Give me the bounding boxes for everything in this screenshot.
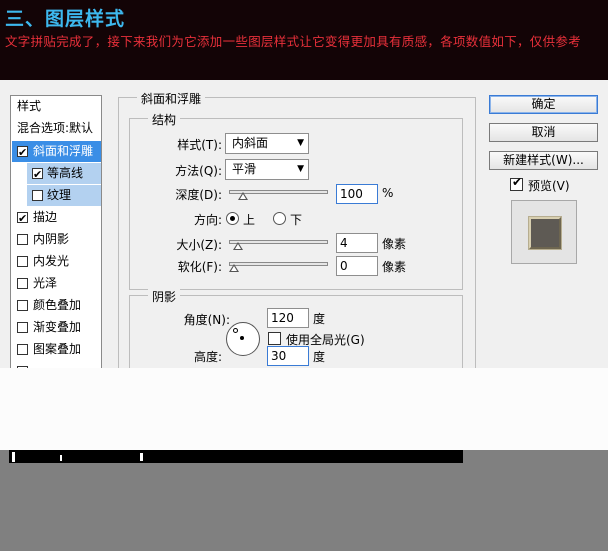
chevron-down-icon: ▼ [297, 164, 304, 174]
contour-checkbox[interactable] [32, 164, 43, 185]
artifact-speck [12, 452, 15, 462]
structure-group: 结构 样式(T): 内斜面 ▼ 方法(Q): 平滑 ▼ 深度(D): 100 % 方… [129, 111, 463, 290]
direction-up-radio[interactable] [226, 212, 239, 225]
style-item-label: 光泽 [33, 276, 58, 290]
style-item-stroke[interactable]: 描边 [12, 207, 101, 229]
style-list-body: 混合选项:默认 斜面和浮雕 等高线 纹理 描边 内阴影 内发光 光泽 颜色叠加 … [10, 117, 102, 368]
soften-label: 软化(F): [177, 260, 222, 274]
angle-dial-center [240, 336, 244, 340]
bevel-style-value: 内斜面 [232, 136, 269, 150]
depth-label: 深度(D): [175, 188, 222, 202]
new-style-button[interactable]: 新建样式(W)... [489, 151, 598, 170]
style-item-gradient-overlay[interactable]: 渐变叠加 [12, 317, 101, 338]
preview-swatch [529, 217, 561, 249]
header-banner: 三、图层样式 文字拼贴完成了，接下来我们为它添加一些图层样式让它变得更加具有质感… [0, 0, 608, 80]
style-item-label: 颜色叠加 [33, 298, 82, 312]
style-item-contour[interactable]: 等高线 [27, 163, 101, 185]
style-item-bevel-emboss[interactable]: 斜面和浮雕 [12, 141, 101, 163]
pattern-overlay-checkbox[interactable] [17, 344, 28, 355]
slider-thumb[interactable] [229, 264, 239, 272]
size-label: 大小(Z): [176, 238, 222, 252]
technique-label: 方法(Q): [175, 164, 222, 178]
bevel-emboss-checkbox[interactable] [17, 142, 28, 163]
altitude-input[interactable]: 30 [267, 346, 309, 366]
layer-style-dialog: 样式 混合选项:默认 斜面和浮雕 等高线 纹理 描边 内阴影 内发光 光泽 颜色… [0, 80, 608, 368]
style-item-partial [12, 361, 101, 368]
style-item-inner-shadow[interactable]: 内阴影 [12, 229, 101, 250]
global-light-checkbox[interactable] [268, 332, 281, 345]
direction-down-radio[interactable] [273, 212, 286, 225]
preview-checkbox[interactable] [510, 175, 523, 191]
style-item-satin[interactable]: 光泽 [12, 273, 101, 294]
style-item-texture[interactable]: 纹理 [27, 185, 101, 206]
angle-unit: 度 [313, 312, 326, 326]
soften-input[interactable]: 0 [336, 256, 378, 276]
altitude-label: 高度: [193, 350, 222, 364]
shading-group: 阴影 角度(N): 120 度 使用全局光(G) 高度: 30 度 [129, 288, 463, 368]
banner-description: 文字拼贴完成了，接下来我们为它添加一些图层样式让它变得更加具有质感，各项数值如下… [5, 34, 582, 49]
depth-slider[interactable] [229, 187, 328, 200]
angle-input[interactable]: 120 [267, 308, 309, 328]
cancel-button[interactable]: 取消 [489, 123, 598, 142]
style-item-label: 内发光 [33, 254, 70, 268]
technique-value: 平滑 [232, 162, 257, 176]
style-item-pattern-overlay[interactable]: 图案叠加 [12, 339, 101, 360]
bevel-style-select[interactable]: 内斜面 ▼ [225, 133, 309, 154]
inner-glow-checkbox[interactable] [17, 256, 28, 267]
direction-label: 方向: [193, 213, 222, 227]
style-item-label: 内阴影 [33, 232, 70, 246]
depth-input[interactable]: 100 [336, 184, 378, 204]
color-overlay-checkbox[interactable] [17, 300, 28, 311]
style-item-color-overlay[interactable]: 颜色叠加 [12, 295, 101, 316]
soften-slider[interactable] [229, 259, 328, 272]
size-input[interactable]: 4 [336, 233, 378, 253]
style-item-label: 斜面和浮雕 [33, 144, 94, 158]
preview-thumbnail [511, 200, 577, 264]
slider-track [229, 262, 328, 266]
size-unit: 像素 [382, 237, 407, 251]
slider-track [229, 240, 328, 244]
style-item-label: 纹理 [47, 188, 72, 202]
style-item-label: 描边 [33, 210, 58, 224]
banner-title: 三、图层样式 [5, 8, 126, 30]
angle-dial[interactable] [226, 322, 260, 356]
chevron-down-icon: ▼ [297, 138, 304, 148]
direction-down-label: 下 [290, 213, 303, 227]
satin-checkbox[interactable] [17, 278, 28, 289]
style-label: 样式(T): [177, 138, 222, 152]
texture-checkbox[interactable] [32, 190, 43, 201]
image-artifact-band [0, 368, 608, 450]
style-list-header[interactable]: 样式 [10, 95, 102, 118]
preview-label: 预览(V) [528, 179, 570, 193]
gradient-overlay-checkbox[interactable] [17, 322, 28, 333]
direction-up-label: 上 [243, 213, 256, 227]
blend-options-item[interactable]: 混合选项:默认 [12, 118, 101, 139]
bevel-emboss-group: 斜面和浮雕 结构 样式(T): 内斜面 ▼ 方法(Q): 平滑 ▼ 深度(D): 1… [118, 90, 476, 368]
soften-unit: 像素 [382, 260, 407, 274]
style-item-label: 等高线 [47, 166, 84, 180]
style-item-label: 图案叠加 [33, 342, 82, 356]
artifact-speck [140, 453, 143, 461]
depth-unit: % [382, 186, 394, 200]
shading-title: 阴影 [148, 288, 181, 305]
angle-dial-handle[interactable] [233, 328, 238, 333]
style-item-inner-glow[interactable]: 内发光 [12, 251, 101, 272]
artifact-speck [60, 455, 62, 461]
slider-thumb[interactable] [238, 192, 248, 200]
slider-thumb[interactable] [233, 242, 243, 250]
blend-options-label: 混合选项:默认 [17, 121, 94, 135]
structure-title: 结构 [148, 111, 181, 128]
angle-label: 角度(N): [183, 313, 230, 327]
stroke-checkbox[interactable] [17, 208, 28, 229]
technique-select[interactable]: 平滑 ▼ [225, 159, 309, 180]
style-list: 样式 混合选项:默认 斜面和浮雕 等高线 纹理 描边 内阴影 内发光 光泽 颜色… [10, 95, 102, 368]
altitude-unit: 度 [313, 350, 326, 364]
style-item-label: 渐变叠加 [33, 320, 82, 334]
size-slider[interactable] [229, 237, 328, 250]
bevel-emboss-title: 斜面和浮雕 [137, 90, 206, 107]
inner-shadow-checkbox[interactable] [17, 234, 28, 245]
ok-button[interactable]: 确定 [489, 95, 598, 114]
image-artifact-strip [9, 450, 463, 463]
